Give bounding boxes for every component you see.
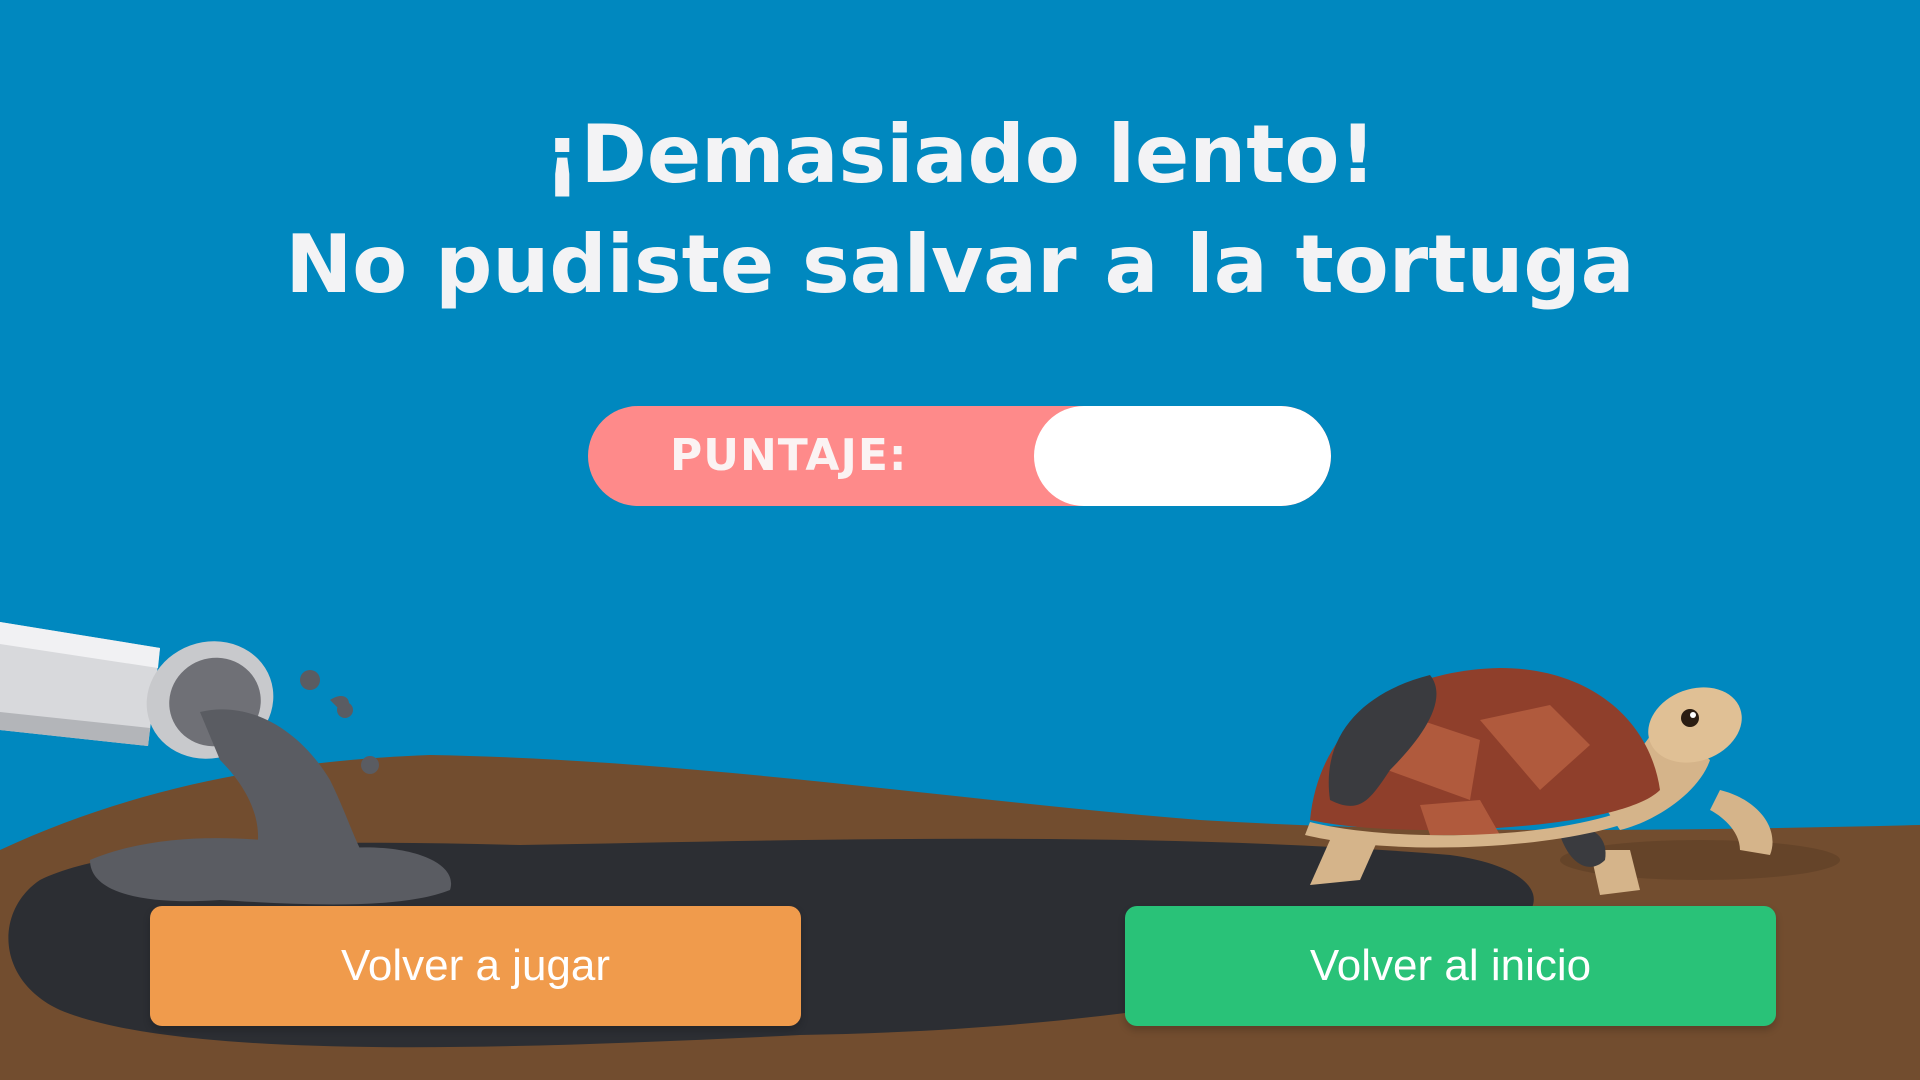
replay-button-label: Volver a jugar (340, 941, 611, 990)
title-line-2: No pudiste salvar a la tortuga (285, 218, 1635, 311)
replay-button[interactable]: Volver a jugar (150, 906, 801, 1026)
title-line-1: ¡Demasiado lento! (544, 108, 1376, 201)
home-button[interactable]: Volver al inicio (1125, 906, 1776, 1026)
score-value (1034, 406, 1331, 506)
page-title: ¡Demasiado lento! No pudiste salvar a la… (0, 100, 1920, 320)
home-button-label: Volver al inicio (1309, 941, 1592, 990)
score-label: PUNTAJE: (670, 430, 908, 481)
score-badge: PUNTAJE: (588, 406, 1331, 506)
